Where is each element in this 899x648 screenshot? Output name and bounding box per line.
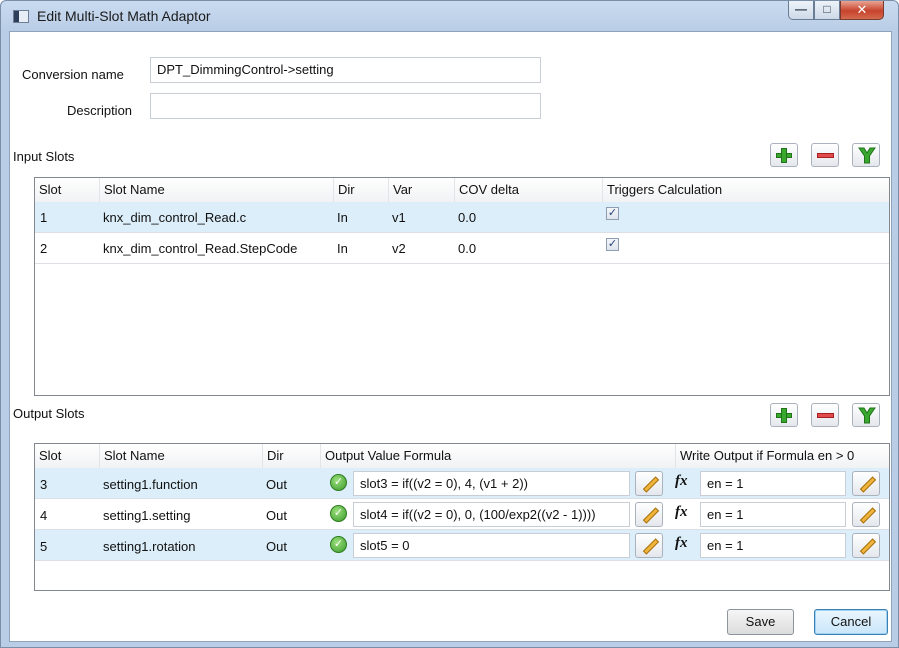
check-circle-icon: ✓ — [330, 474, 347, 491]
edit-en-button[interactable] — [852, 502, 880, 527]
dir-cell: In — [337, 241, 348, 256]
pencil-icon — [642, 507, 660, 524]
maximize-button[interactable]: □ — [814, 1, 840, 20]
triggers-checkbox[interactable]: ✓ — [606, 238, 619, 251]
edit-formula-button[interactable] — [635, 471, 663, 496]
triggers-checkbox[interactable]: ✓ — [606, 207, 619, 220]
slot-name-cell: knx_dim_control_Read.c — [103, 210, 247, 225]
output-table-header: Slot Slot Name Dir Output Value Formula … — [35, 444, 889, 469]
fx-icon: fx — [675, 535, 688, 551]
slot-cell: 3 — [40, 477, 48, 492]
table-row[interactable]: 3 setting1.function Out ✓ slot3 = if((v2… — [35, 468, 889, 499]
table-row[interactable]: 2 knx_dim_control_Read.StepCode In v2 0.… — [35, 233, 889, 264]
dir-cell: In — [337, 210, 348, 225]
slot-name-cell: setting1.setting — [103, 508, 191, 523]
remove-output-slot-button[interactable] — [811, 403, 839, 427]
col-triggers[interactable]: Triggers Calculation — [602, 178, 889, 202]
dialog-window: Edit Multi-Slot Math Adaptor — □ ✕ Conve… — [0, 0, 899, 648]
dialog-body: Conversion name DPT_DimmingControl->sett… — [9, 31, 892, 642]
pencil-icon — [642, 538, 660, 555]
slot-cell: 2 — [40, 241, 48, 256]
minus-icon — [817, 413, 834, 418]
col-cov-delta[interactable]: COV delta — [454, 178, 602, 202]
edit-formula-button[interactable] — [635, 502, 663, 527]
conversion-name-label: Conversion name — [22, 67, 124, 82]
en-input[interactable]: en = 1 — [700, 471, 846, 496]
pencil-icon — [859, 507, 877, 524]
save-button[interactable]: Save — [727, 609, 794, 635]
slot-name-cell: setting1.rotation — [103, 539, 196, 554]
output-slots-title: Output Slots — [13, 406, 85, 421]
minus-icon — [817, 153, 834, 158]
cov-cell: 0.0 — [458, 241, 477, 256]
col-dir[interactable]: Dir — [262, 444, 320, 468]
minimize-icon: — — [795, 2, 807, 16]
var-cell: v2 — [392, 241, 406, 256]
en-input[interactable]: en = 1 — [700, 533, 846, 558]
dir-cell: Out — [266, 539, 287, 554]
pencil-icon — [859, 476, 877, 493]
col-output-formula[interactable]: Output Value Formula — [320, 444, 675, 468]
col-slot-name[interactable]: Slot Name — [99, 444, 262, 468]
merge-input-slot-button[interactable] — [852, 143, 880, 167]
dir-cell: Out — [266, 508, 287, 523]
formula-input[interactable]: slot5 = 0 — [353, 533, 630, 558]
formula-input[interactable]: slot4 = if((v2 = 0), 0, (100/exp2((v2 - … — [353, 502, 630, 527]
col-var[interactable]: Var — [388, 178, 454, 202]
col-slot[interactable]: Slot — [35, 444, 99, 468]
check-circle-icon: ✓ — [330, 505, 347, 522]
cancel-button[interactable]: Cancel — [814, 609, 888, 635]
caption-buttons: — □ ✕ — [788, 1, 884, 21]
col-dir[interactable]: Dir — [333, 178, 388, 202]
merge-icon — [858, 147, 876, 164]
title-bar[interactable]: Edit Multi-Slot Math Adaptor — □ ✕ — [1, 1, 898, 31]
input-slots-title: Input Slots — [13, 149, 75, 164]
minimize-button[interactable]: — — [788, 1, 814, 20]
edit-en-button[interactable] — [852, 533, 880, 558]
edit-formula-button[interactable] — [635, 533, 663, 558]
close-button[interactable]: ✕ — [840, 1, 884, 20]
add-input-slot-button[interactable] — [770, 143, 798, 167]
input-table-header: Slot Slot Name Dir Var COV delta Trigger… — [35, 178, 889, 203]
description-label: Description — [67, 103, 133, 118]
slot-cell: 4 — [40, 508, 48, 523]
col-slot-name[interactable]: Slot Name — [99, 178, 333, 202]
table-row[interactable]: 1 knx_dim_control_Read.c In v1 0.0 ✓ — [35, 202, 889, 233]
cov-cell: 0.0 — [458, 210, 477, 225]
slot-name-cell: setting1.function — [103, 477, 198, 492]
col-write-output[interactable]: Write Output if Formula en > 0 — [675, 444, 889, 468]
close-icon: ✕ — [856, 2, 868, 17]
add-output-slot-button[interactable] — [770, 403, 798, 427]
fx-icon: fx — [675, 473, 688, 489]
table-row[interactable]: 5 setting1.rotation Out ✓ slot5 = 0 fx e… — [35, 530, 889, 561]
merge-icon — [858, 407, 876, 424]
col-slot[interactable]: Slot — [35, 178, 99, 202]
var-cell: v1 — [392, 210, 406, 225]
window-icon — [13, 10, 29, 23]
maximize-icon: □ — [823, 2, 831, 16]
fx-icon: fx — [675, 504, 688, 520]
merge-output-slot-button[interactable] — [852, 403, 880, 427]
window-title: Edit Multi-Slot Math Adaptor — [37, 8, 211, 24]
pencil-icon — [642, 476, 660, 493]
en-input[interactable]: en = 1 — [700, 502, 846, 527]
slot-cell: 5 — [40, 539, 48, 554]
edit-en-button[interactable] — [852, 471, 880, 496]
conversion-name-input[interactable]: DPT_DimmingControl->setting — [150, 57, 541, 83]
output-slots-table: Slot Slot Name Dir Output Value Formula … — [34, 443, 890, 591]
remove-input-slot-button[interactable] — [811, 143, 839, 167]
check-circle-icon: ✓ — [330, 536, 347, 553]
description-input[interactable] — [150, 93, 541, 119]
table-row[interactable]: 4 setting1.setting Out ✓ slot4 = if((v2 … — [35, 499, 889, 530]
slot-name-cell: knx_dim_control_Read.StepCode — [103, 241, 298, 256]
dir-cell: Out — [266, 477, 287, 492]
slot-cell: 1 — [40, 210, 48, 225]
formula-input[interactable]: slot3 = if((v2 = 0), 4, (v1 + 2)) — [353, 471, 630, 496]
pencil-icon — [859, 538, 877, 555]
input-slots-table: Slot Slot Name Dir Var COV delta Trigger… — [34, 177, 890, 396]
